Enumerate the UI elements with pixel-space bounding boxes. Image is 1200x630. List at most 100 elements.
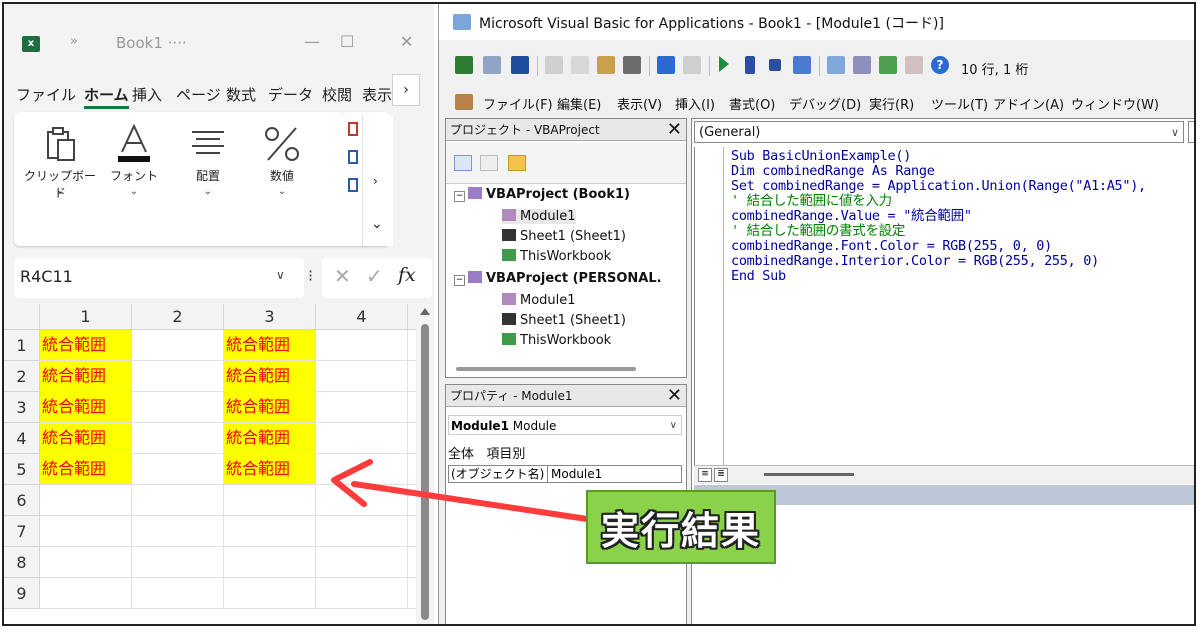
view-excel-icon[interactable]: [455, 56, 473, 74]
cell[interactable]: [40, 516, 132, 547]
column-header[interactable]: 4: [316, 304, 408, 330]
menu-addins[interactable]: アドイン(A): [993, 94, 1064, 113]
tree-item-project[interactable]: VBAProject (PERSONAL.: [468, 271, 662, 286]
scroll-up-icon[interactable]: [420, 308, 430, 315]
name-box[interactable]: R4C11 ∨: [14, 258, 304, 298]
find-icon[interactable]: [623, 56, 641, 74]
procedure-dropdown[interactable]: B: [1188, 121, 1194, 143]
tab-page-layout[interactable]: ページ: [176, 84, 221, 105]
insert-function-icon[interactable]: fx: [398, 264, 416, 286]
ribbon-tabs-more-button[interactable]: ›: [392, 74, 420, 106]
more-options-icon[interactable]: ⁝: [308, 266, 313, 285]
cell[interactable]: [224, 578, 316, 609]
close-icon[interactable]: ✕: [400, 32, 413, 51]
menu-tools[interactable]: ツール(T): [931, 94, 988, 113]
cell[interactable]: [40, 547, 132, 578]
menu-view[interactable]: 表示(V): [617, 94, 662, 113]
cell[interactable]: [132, 454, 224, 485]
cell[interactable]: [316, 361, 408, 392]
cell[interactable]: [316, 330, 408, 361]
menu-window[interactable]: ウィンドウ(W): [1071, 94, 1159, 113]
vertical-scrollbar[interactable]: [416, 304, 434, 624]
cell[interactable]: [132, 361, 224, 392]
ribbon-group-alignment[interactable]: 配置 ⌄: [172, 112, 244, 246]
chevron-right-icon[interactable]: ›: [373, 174, 378, 188]
toggle-folders-icon[interactable]: [508, 155, 526, 171]
close-icon[interactable]: ✕: [667, 119, 682, 141]
full-module-view-icon[interactable]: ≣: [714, 468, 728, 482]
tree-item-sheet[interactable]: Sheet1 (Sheet1): [502, 229, 626, 244]
menu-format[interactable]: 書式(O): [729, 94, 775, 113]
tree-item-workbook[interactable]: ThisWorkbook: [502, 333, 611, 348]
row-header[interactable]: 8: [4, 547, 40, 578]
tree-item-module[interactable]: Module1: [502, 293, 576, 308]
column-header[interactable]: 3: [224, 304, 316, 330]
tab-formulas[interactable]: 数式: [226, 84, 256, 105]
toolbox-icon[interactable]: [905, 56, 923, 74]
pause-icon[interactable]: [745, 56, 755, 74]
column-header[interactable]: 1: [40, 304, 132, 330]
project-explorer-icon[interactable]: [827, 56, 845, 74]
save-icon[interactable]: [511, 56, 529, 74]
cell[interactable]: [224, 547, 316, 578]
cell[interactable]: [132, 516, 224, 547]
cell[interactable]: [316, 485, 408, 516]
object-browser-icon[interactable]: [879, 56, 897, 74]
help-icon[interactable]: ?: [931, 56, 949, 74]
cell[interactable]: 統合範囲: [40, 361, 132, 392]
tree-item-module[interactable]: Module1: [502, 209, 576, 224]
tree-item-project[interactable]: VBAProject (Book1): [468, 187, 630, 202]
procedure-view-icon[interactable]: ≡: [698, 468, 712, 482]
horizontal-scrollbar[interactable]: [456, 367, 636, 371]
tab-file[interactable]: ファイル: [16, 84, 76, 105]
tree-item-workbook[interactable]: ThisWorkbook: [502, 249, 611, 264]
confirm-icon[interactable]: ✓: [366, 264, 383, 288]
menu-edit[interactable]: 編集(E): [557, 94, 601, 113]
column-header[interactable]: 2: [132, 304, 224, 330]
ribbon-cell-styles-icon[interactable]: [348, 122, 358, 202]
minimize-icon[interactable]: —: [304, 32, 320, 51]
horizontal-scrollbar[interactable]: [764, 473, 854, 476]
view-object-icon[interactable]: [480, 155, 498, 171]
cell[interactable]: [132, 485, 224, 516]
cell[interactable]: 統合範囲: [224, 330, 316, 361]
cell[interactable]: [316, 578, 408, 609]
code-margin[interactable]: [695, 147, 724, 467]
ribbon-group-font[interactable]: フォント ⌄: [98, 112, 170, 246]
cell[interactable]: 統合範囲: [40, 392, 132, 423]
row-header[interactable]: 7: [4, 516, 40, 547]
ribbon-group-clipboard[interactable]: クリップボード ⌄: [24, 112, 96, 246]
copy-icon[interactable]: [571, 56, 589, 74]
code-editor[interactable]: Sub BasicUnionExample() Dim combinedRang…: [694, 147, 1194, 467]
collapse-icon[interactable]: −: [454, 191, 465, 202]
ribbon-collapse-icon[interactable]: ⌄: [371, 216, 383, 232]
cell[interactable]: 統合範囲: [40, 330, 132, 361]
cell[interactable]: 統合範囲: [40, 423, 132, 454]
cell[interactable]: [316, 392, 408, 423]
undo-icon[interactable]: [657, 56, 675, 74]
cell[interactable]: 統合範囲: [224, 454, 316, 485]
tree-item-sheet[interactable]: Sheet1 (Sheet1): [502, 313, 626, 328]
tab-alphabetic[interactable]: 全体: [448, 447, 474, 462]
menu-run[interactable]: 実行(R): [869, 94, 914, 113]
cell[interactable]: [224, 516, 316, 547]
cut-icon[interactable]: [545, 56, 563, 74]
tab-categorized[interactable]: 項目別: [486, 447, 525, 462]
cell[interactable]: 統合範囲: [224, 392, 316, 423]
chevron-down-icon[interactable]: ∨: [276, 268, 285, 282]
tab-insert[interactable]: 挿入: [132, 84, 162, 105]
tab-home[interactable]: ホーム: [84, 84, 129, 109]
cancel-icon[interactable]: ✕: [334, 264, 351, 288]
row-header[interactable]: 1: [4, 330, 40, 361]
tab-data[interactable]: データ: [268, 84, 313, 105]
row-header[interactable]: 6: [4, 485, 40, 516]
row-header[interactable]: 9: [4, 578, 40, 609]
maximize-icon[interactable]: ☐: [340, 32, 354, 51]
object-dropdown[interactable]: (General) ∨: [694, 121, 1184, 143]
menu-insert[interactable]: 挿入(I): [675, 94, 715, 113]
cell[interactable]: [132, 578, 224, 609]
chevron-right-icon[interactable]: »: [70, 34, 78, 49]
object-selector[interactable]: Module1 Module ∨: [448, 415, 682, 435]
select-all-corner[interactable]: [4, 304, 40, 330]
close-icon[interactable]: ✕: [667, 385, 682, 407]
